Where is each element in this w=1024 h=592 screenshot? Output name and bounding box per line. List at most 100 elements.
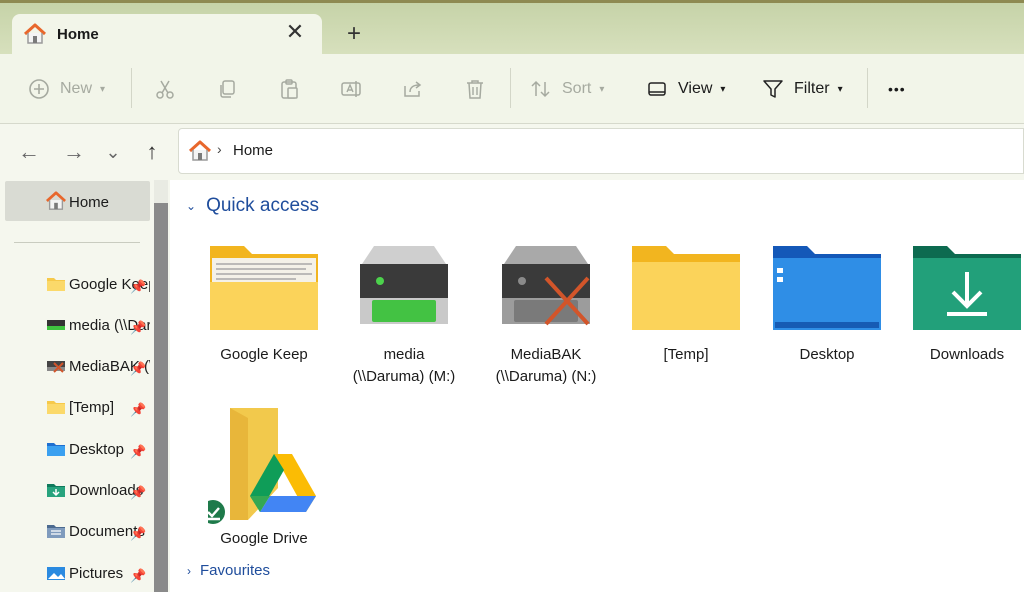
desktop-folder-icon	[771, 240, 883, 336]
new-tab-button[interactable]: +	[340, 21, 368, 49]
pin-icon: 📌	[130, 361, 147, 376]
item-label: Desktop	[799, 346, 855, 363]
command-bar: New ▾ Sort ▾ View ▾ Filter ▾ •••	[0, 54, 1024, 124]
chevron-down-icon: ▾	[599, 83, 605, 95]
paste-button[interactable]	[278, 74, 300, 104]
sidebar-item-label: Pictures	[69, 565, 124, 582]
breadcrumb[interactable]: Home	[233, 142, 273, 159]
cut-button[interactable]	[154, 74, 176, 104]
rename-button[interactable]	[340, 74, 362, 104]
item-label: Downloads	[929, 346, 1005, 363]
item-label: MediaBAK (\\Daruma) (N:)	[495, 346, 597, 385]
quick-access-item-media[interactable]: media (\\Daruma) (M:)	[338, 240, 470, 405]
divider	[510, 68, 511, 108]
section-title: Quick access	[206, 195, 320, 216]
sort-icon	[530, 78, 552, 100]
folder-icon	[46, 399, 66, 415]
pin-icon: 📌	[130, 568, 147, 583]
navigation-bar: ← → ⌄ ↑ › Home	[0, 124, 1024, 180]
tab-title: Home	[57, 26, 99, 43]
share-icon	[402, 78, 424, 100]
scissors-icon	[154, 78, 176, 100]
quick-access-item-google-keep[interactable]: Google Keep	[198, 240, 330, 405]
divider	[867, 68, 868, 108]
back-button[interactable]: ←	[16, 140, 42, 166]
forward-button[interactable]: →	[61, 140, 87, 166]
folder-icon	[46, 276, 66, 292]
filter-icon	[762, 78, 784, 100]
scrollbar-thumb[interactable]	[154, 203, 168, 592]
rename-icon	[340, 78, 362, 100]
chevron-down-icon: ▾	[100, 83, 106, 95]
quick-access-item-desktop[interactable]: Desktop	[761, 240, 893, 405]
sidebar-item-home[interactable]: Home	[5, 181, 150, 221]
close-icon[interactable]: ✕	[282, 20, 308, 46]
desktop-folder-icon	[46, 441, 66, 457]
pin-icon: 📌	[130, 320, 147, 335]
pin-icon: 📌	[130, 485, 147, 500]
network-drive-icon	[348, 240, 460, 336]
clipboard-icon	[278, 78, 300, 100]
divider	[14, 242, 140, 243]
up-button[interactable]: ↑	[139, 140, 165, 166]
view-button[interactable]: View ▾	[646, 74, 725, 104]
item-label: Google Drive	[220, 530, 308, 547]
quick-access-header[interactable]: ⌄ Quick access	[186, 195, 319, 217]
sidebar-item-label: Home	[69, 194, 110, 211]
item-label: [Temp]	[663, 346, 709, 363]
divider	[131, 68, 132, 108]
view-label: View	[678, 80, 713, 97]
google-drive-folder-icon	[201, 408, 320, 524]
filter-label: Filter	[794, 80, 830, 97]
sort-button[interactable]: Sort ▾	[530, 74, 604, 104]
copy-icon	[216, 78, 238, 100]
documents-folder-icon	[46, 523, 66, 539]
content-pane: ⌄ Quick access Google Keep media (\\Daru…	[170, 180, 1024, 592]
delete-button[interactable]	[464, 74, 486, 104]
navigation-pane: Home Google Keep 📌 media (\\Daruma) (M:)…	[0, 180, 170, 592]
chevron-right-icon: ›	[217, 141, 222, 157]
network-drive-icon	[46, 317, 66, 333]
downloads-folder-icon	[46, 482, 66, 498]
new-label: New	[60, 80, 93, 97]
folder-icon	[208, 240, 320, 336]
folder-icon	[630, 240, 742, 336]
trash-icon	[464, 78, 486, 100]
tab-home[interactable]: Home ✕	[12, 14, 322, 57]
section-title: Favourites	[200, 562, 271, 579]
quick-access-item-downloads[interactable]: Downloads	[901, 240, 1024, 405]
item-label: Google Keep	[220, 346, 308, 363]
new-button[interactable]: New ▾	[28, 74, 105, 104]
chevron-down-icon: ▾	[837, 83, 843, 95]
pin-icon: 📌	[130, 402, 147, 417]
chevron-down-icon: ⌄	[186, 199, 197, 213]
disconnected-drive-icon	[46, 358, 66, 374]
pin-icon: 📌	[130, 526, 147, 541]
home-icon	[188, 140, 212, 167]
sidebar-item-label: Desktop	[69, 441, 125, 458]
address-bar[interactable]: › Home	[178, 128, 1024, 174]
home-icon	[23, 23, 47, 45]
recent-locations-button[interactable]: ⌄	[100, 140, 126, 166]
quick-access-item-mediabak[interactable]: MediaBAK (\\Daruma) (N:)	[480, 240, 612, 405]
copy-button[interactable]	[216, 74, 238, 104]
share-button[interactable]	[402, 74, 424, 104]
quick-access-item-google-drive[interactable]: Google Drive	[198, 408, 330, 573]
title-bar: Home ✕ +	[0, 0, 1024, 57]
view-icon	[646, 78, 668, 100]
chevron-down-icon: ▾	[720, 83, 726, 95]
quick-access-item-temp[interactable]: [Temp]	[620, 240, 752, 405]
filter-button[interactable]: Filter ▾	[762, 74, 843, 104]
disconnected-drive-icon	[490, 240, 602, 336]
more-options-button[interactable]: •••	[888, 74, 906, 104]
plus-circle-icon	[28, 78, 50, 100]
downloads-folder-icon	[911, 240, 1023, 336]
home-icon	[45, 191, 67, 216]
scrollbar-track	[154, 180, 168, 203]
pin-icon: 📌	[130, 279, 147, 294]
item-label: media (\\Daruma) (M:)	[352, 346, 456, 385]
pictures-folder-icon	[46, 565, 66, 581]
pin-icon: 📌	[130, 444, 147, 459]
favourites-header[interactable]: › Favourites	[187, 562, 270, 579]
sidebar-item-label: [Temp]	[69, 399, 115, 416]
